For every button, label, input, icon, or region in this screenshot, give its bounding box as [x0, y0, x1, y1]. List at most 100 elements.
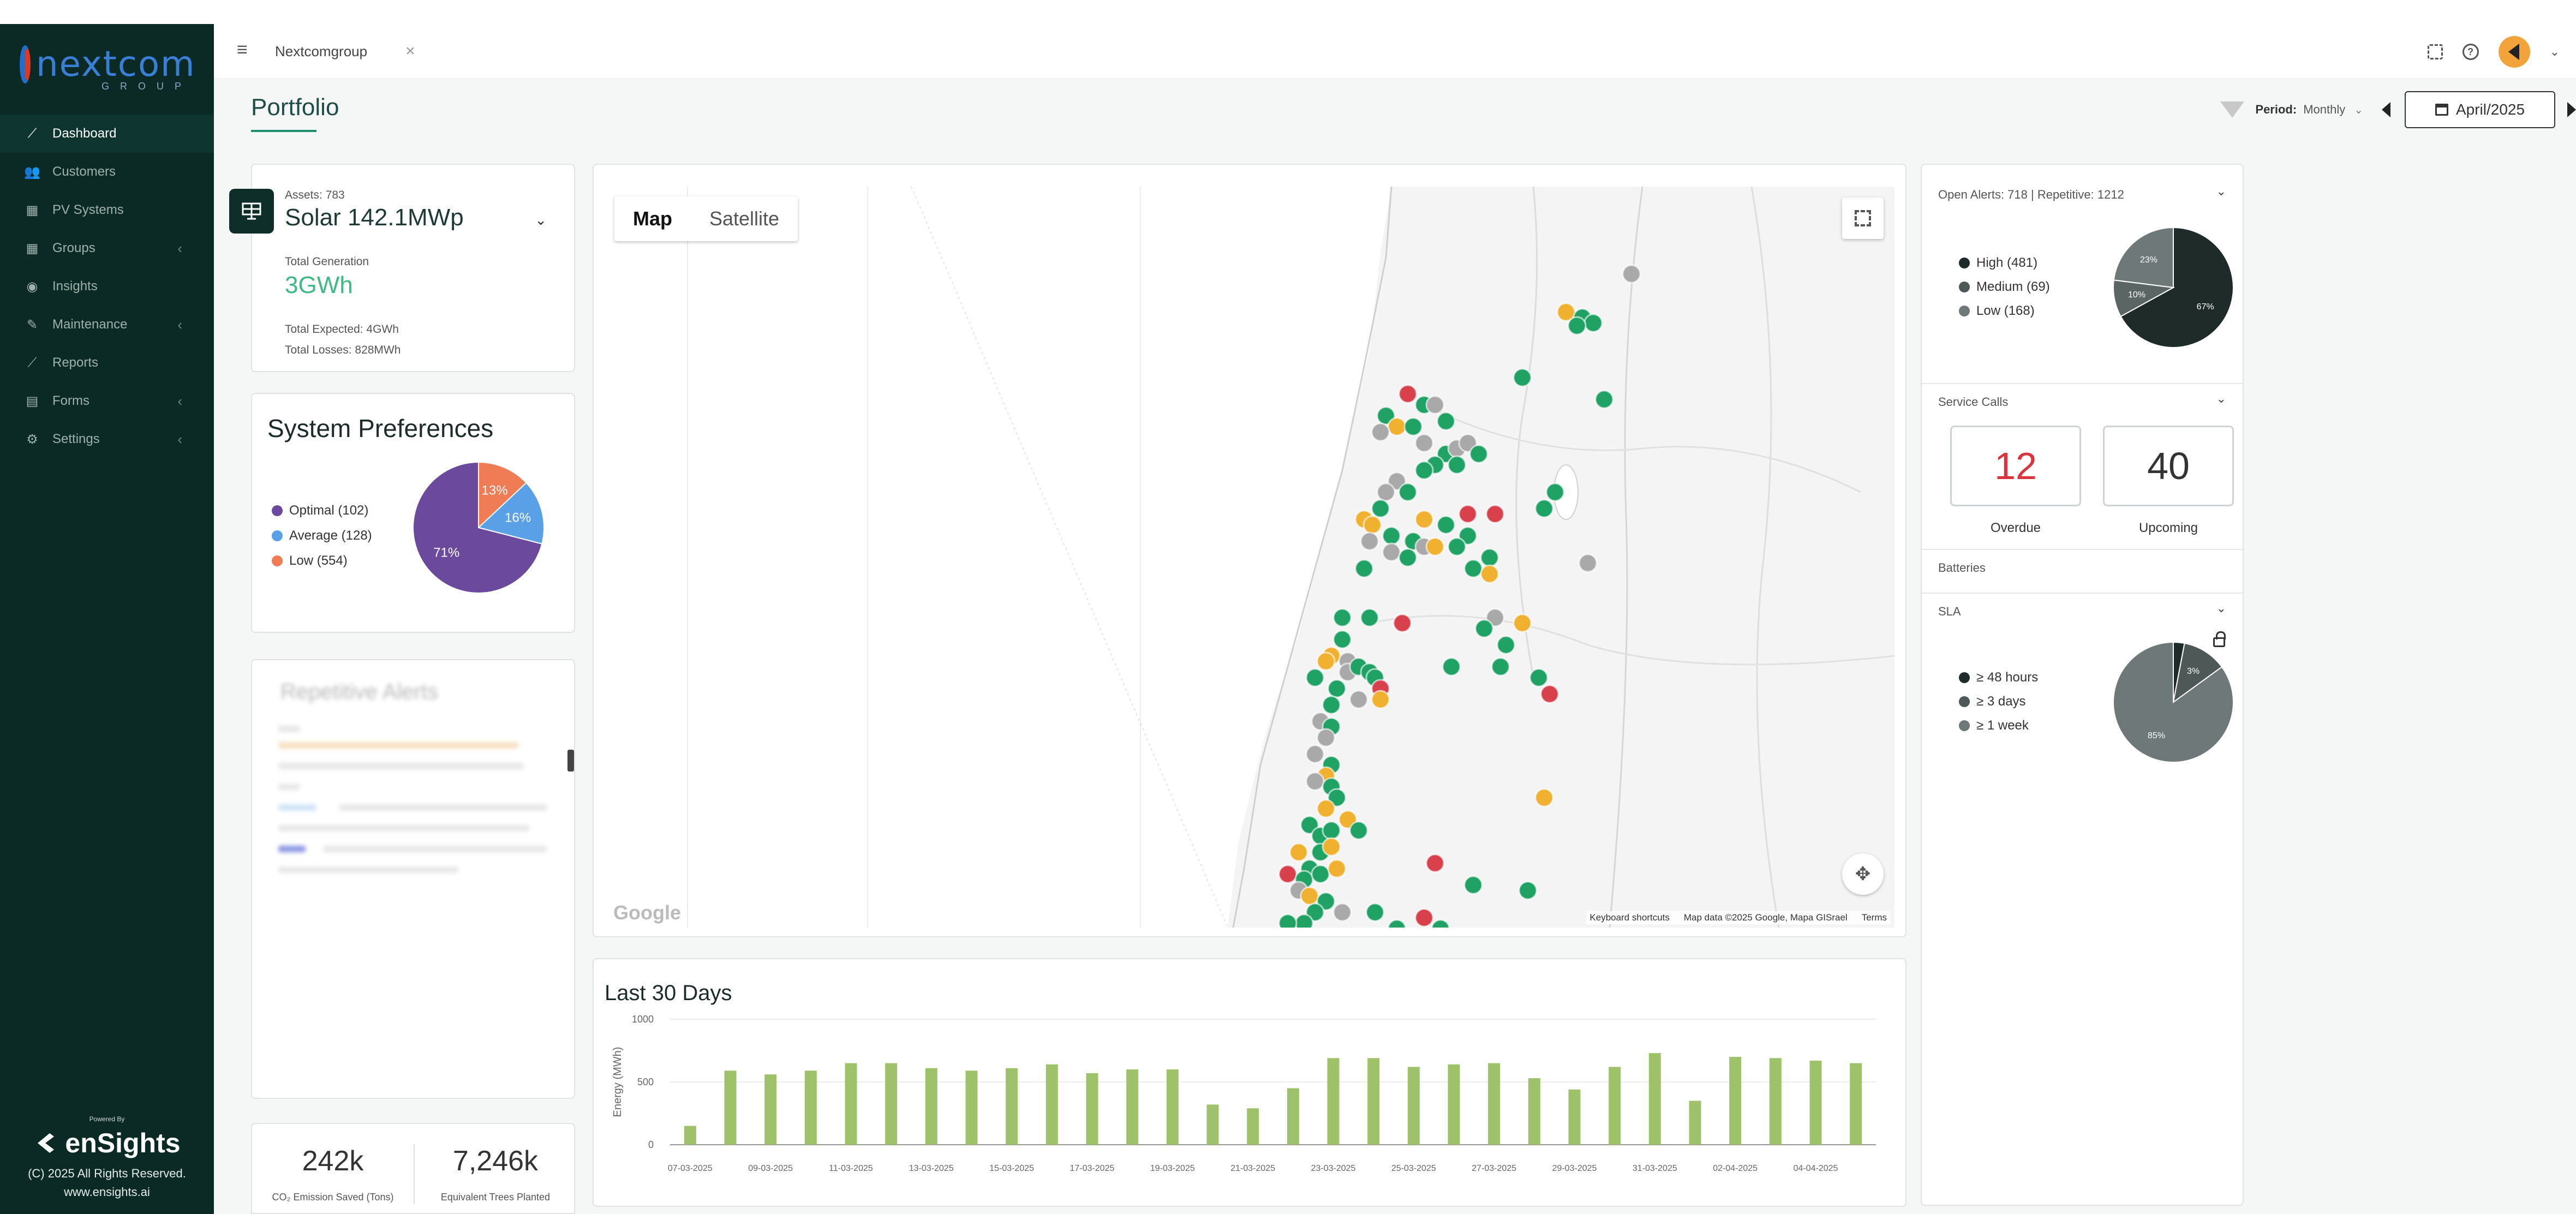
pv-system-marker[interactable]: [1305, 772, 1325, 791]
chevron-left-icon[interactable]: ‹: [177, 393, 182, 410]
pv-system-marker[interactable]: [1513, 613, 1532, 633]
help-icon[interactable]: ?: [2462, 44, 2479, 60]
pv-system-marker[interactable]: [1469, 444, 1489, 464]
energy-bar[interactable]: [1769, 1058, 1782, 1145]
open-alerts-pie[interactable]: 67% 10% 23%: [2111, 225, 2236, 350]
pv-system-marker[interactable]: [1332, 902, 1352, 922]
pv-system-marker[interactable]: [1360, 531, 1379, 551]
pv-system-marker[interactable]: [1371, 422, 1390, 442]
pv-system-marker[interactable]: [1376, 482, 1396, 502]
energy-bar[interactable]: [1488, 1063, 1501, 1145]
energy-bar[interactable]: [1287, 1088, 1299, 1145]
pv-system-marker[interactable]: [1518, 881, 1538, 900]
sidebar-item-dashboard[interactable]: ⟋ Dashboard: [0, 115, 214, 153]
pv-system-marker[interactable]: [1447, 455, 1467, 475]
chevron-left-icon[interactable]: ‹: [177, 316, 182, 333]
pv-system-marker[interactable]: [1322, 837, 1341, 857]
energy-bar-chart[interactable]: 0 500 1000 Energy (MWh) 07-03-2025 09-03-2025…: [599, 1008, 1898, 1205]
pv-system-marker[interactable]: [1480, 548, 1499, 567]
ensights-logo[interactable]: enSights: [0, 1127, 214, 1159]
map-fullscreen-button[interactable]: [1842, 198, 1884, 239]
energy-bar[interactable]: [1689, 1101, 1701, 1145]
chevron-down-icon[interactable]: ⌄: [535, 212, 547, 229]
sidebar-item-pv-systems[interactable]: ▦ PV Systems: [0, 191, 214, 229]
map-button[interactable]: Map: [614, 196, 691, 241]
energy-bar[interactable]: [1166, 1069, 1179, 1145]
pv-system-marker[interactable]: [1414, 510, 1434, 529]
sla-pie[interactable]: 3% 85%: [2111, 639, 2236, 765]
website-link[interactable]: www.ensights.ai: [0, 1185, 214, 1199]
energy-bar[interactable]: [1648, 1053, 1661, 1145]
period-select[interactable]: Monthly: [2303, 103, 2345, 117]
energy-bar[interactable]: [1528, 1078, 1540, 1145]
map-camera-control-icon[interactable]: ✥: [1842, 853, 1884, 895]
pv-system-marker[interactable]: [1491, 657, 1510, 677]
pv-system-marker[interactable]: [1513, 368, 1532, 387]
pv-system-marker[interactable]: [1398, 384, 1418, 404]
energy-bar[interactable]: [724, 1071, 737, 1145]
pv-system-marker[interactable]: [1371, 499, 1390, 518]
pv-system-marker[interactable]: [1485, 504, 1505, 524]
sidebar-item-settings[interactable]: ⚙ Settings ‹: [0, 420, 214, 458]
energy-bar[interactable]: [1568, 1089, 1581, 1145]
pv-system-marker[interactable]: [1332, 630, 1352, 649]
pv-system-marker[interactable]: [1447, 537, 1467, 557]
pv-system-marker[interactable]: [1540, 684, 1559, 704]
energy-bar[interactable]: [965, 1071, 978, 1145]
pv-system-marker[interactable]: [1289, 842, 1308, 862]
pv-system-marker[interactable]: [1414, 908, 1434, 928]
previous-period-icon[interactable]: [2382, 102, 2390, 117]
map-view[interactable]: Map Satellite ✥ Google Keyboard shortcut…: [606, 187, 1894, 928]
map-canvas[interactable]: [606, 187, 1894, 928]
pv-system-marker[interactable]: [1278, 913, 1298, 928]
pv-system-marker[interactable]: [1567, 316, 1587, 336]
pv-system-marker[interactable]: [1545, 482, 1565, 502]
pv-system-marker[interactable]: [1349, 821, 1368, 840]
pv-system-marker[interactable]: [1436, 515, 1456, 535]
sidebar-item-forms[interactable]: ▤ Forms ‹: [0, 382, 214, 420]
chevron-down-icon[interactable]: ⌄: [2216, 392, 2226, 406]
energy-bar[interactable]: [1407, 1067, 1420, 1145]
terms-link[interactable]: Terms: [1862, 912, 1887, 923]
satellite-button[interactable]: Satellite: [691, 196, 798, 241]
tab-nextcomgroup[interactable]: Nextcomgroup ×: [275, 38, 415, 64]
pv-system-marker[interactable]: [1332, 608, 1352, 627]
pv-system-marker[interactable]: [1398, 548, 1418, 567]
pv-system-marker[interactable]: [1382, 542, 1401, 562]
pv-system-marker[interactable]: [1349, 690, 1368, 709]
upcoming-count[interactable]: 40: [2103, 426, 2234, 506]
pv-system-marker[interactable]: [1392, 613, 1412, 633]
energy-bar[interactable]: [1045, 1064, 1058, 1145]
pv-system-marker[interactable]: [1311, 864, 1330, 884]
filter-icon[interactable]: [2220, 101, 2245, 118]
pv-system-marker[interactable]: [1316, 728, 1336, 747]
chevron-left-icon[interactable]: ‹: [177, 431, 182, 448]
pv-system-marker[interactable]: [1442, 657, 1461, 677]
pv-system-marker[interactable]: [1594, 390, 1614, 409]
pv-system-marker[interactable]: [1529, 668, 1549, 687]
pv-system-marker[interactable]: [1414, 461, 1434, 480]
pv-system-marker[interactable]: [1425, 853, 1445, 873]
pv-system-marker[interactable]: [1425, 395, 1445, 415]
pv-system-marker[interactable]: [1278, 864, 1298, 884]
avatar[interactable]: [2498, 36, 2530, 68]
overdue-count[interactable]: 12: [1950, 426, 2081, 506]
pv-system-marker[interactable]: [1305, 668, 1325, 687]
energy-bar[interactable]: [1247, 1108, 1259, 1145]
energy-bar[interactable]: [1206, 1104, 1219, 1145]
pv-system-marker[interactable]: [1534, 788, 1554, 808]
energy-bar[interactable]: [925, 1068, 937, 1145]
energy-bar[interactable]: [1086, 1073, 1098, 1145]
sidebar-item-maintenance[interactable]: ✎ Maintenance ‹: [0, 306, 214, 344]
energy-bar[interactable]: [1327, 1058, 1340, 1145]
pv-system-marker[interactable]: [1362, 515, 1382, 535]
pv-system-marker[interactable]: [1436, 411, 1456, 431]
chevron-down-icon[interactable]: ⌄: [2354, 103, 2363, 117]
energy-bar[interactable]: [684, 1126, 696, 1145]
sidebar-item-groups[interactable]: ▦ Groups ‹: [0, 229, 214, 267]
pv-system-marker[interactable]: [1398, 482, 1418, 502]
pv-system-marker[interactable]: [1425, 537, 1445, 557]
pv-system-marker[interactable]: [1534, 499, 1554, 518]
pv-system-marker[interactable]: [1458, 504, 1478, 524]
pv-system-marker[interactable]: [1322, 695, 1341, 715]
